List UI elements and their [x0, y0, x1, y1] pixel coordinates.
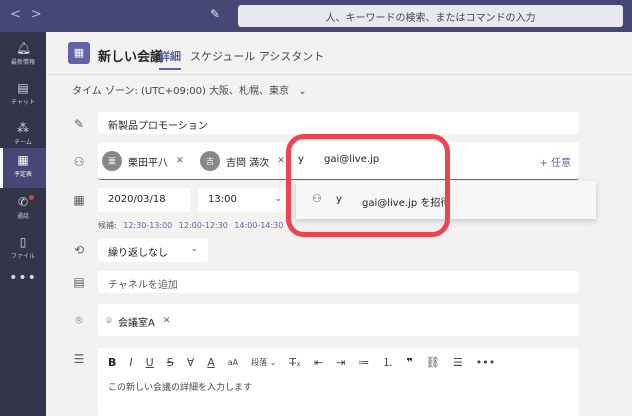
formatting-toolbar: B I U S ∀ A aA 段落 ⌄ T̶ₓ ⇤ ⇥ ≔ ⒈ ❞ ⛓ ☰ ••…: [108, 354, 495, 370]
location-pin-icon: ⌾: [75, 313, 83, 327]
calendar-icon: ▦: [17, 153, 29, 167]
horizontal-rule-icon[interactable]: ☰: [453, 356, 463, 369]
location-field[interactable]: ⌾ 会議室A ✕: [98, 304, 579, 336]
optional-attendee-button[interactable]: + 任意: [539, 154, 571, 169]
highlight-annotation: [286, 134, 450, 237]
file-icon: ▯: [19, 235, 27, 249]
channel-icon: ▤: [73, 275, 85, 289]
avatar: 栗: [102, 151, 122, 171]
attendee-name: 吉岡 満次: [226, 157, 270, 169]
header-divider: [46, 74, 632, 75]
app-rail: 🔔︎ 最新情報 ▤ チャット ⁂ チーム ▦ 予定表 ✆ 通話 ▯ ファイル •…: [0, 32, 46, 416]
link-icon[interactable]: ⛓: [426, 356, 440, 369]
candidate-slot[interactable]: 12:30-13:00: [123, 221, 172, 230]
pencil-icon: ✎: [73, 117, 85, 131]
rail-item-label: ファイル: [10, 253, 35, 260]
candidate-slot[interactable]: 14:00-14:30: [234, 221, 283, 230]
description-icon: ☰: [73, 352, 85, 366]
paragraph-label: 段落: [251, 357, 268, 367]
numbered-list-icon[interactable]: ⒈: [382, 354, 393, 370]
start-date-value: 2020/03/18: [108, 194, 166, 205]
repeat-value: 繰り返しなし: [108, 248, 168, 259]
chevron-down-icon: ⌄: [190, 244, 198, 254]
chat-icon: ▤: [17, 81, 29, 95]
rail-item-label: 予定表: [13, 171, 32, 178]
timezone-selector[interactable]: タイム ゾーン: (UTC+09:00) 大阪、札幌、東京 ⌄: [72, 82, 307, 97]
candidate-slot[interactable]: 12:00-12:30: [179, 221, 228, 230]
teams-icon: ⁂: [17, 121, 29, 135]
notification-dot: [29, 195, 34, 200]
add-person-icon: ⚇: [73, 155, 85, 169]
remove-icon[interactable]: ✕: [176, 156, 184, 166]
underline-icon[interactable]: U: [146, 356, 154, 369]
avatar: 吉: [200, 151, 220, 171]
location-pin-icon: ⌾: [106, 315, 112, 327]
remove-icon[interactable]: ✕: [277, 156, 285, 166]
rail-item-label: 最新情報: [10, 59, 35, 66]
more-options-icon[interactable]: •••: [476, 356, 495, 369]
active-tab-indicator: [159, 68, 181, 70]
font-size-icon[interactable]: aA: [228, 358, 238, 367]
bullet-list-icon[interactable]: ≔: [358, 356, 369, 369]
calendar-icon: ▦: [73, 193, 85, 207]
rail-item-calendar[interactable]: ▦ 予定表: [0, 148, 46, 188]
attendee-chip[interactable]: 栗 栗田平八 ✕: [102, 150, 184, 172]
description-editor[interactable]: B I U S ∀ A aA 段落 ⌄ T̶ₓ ⇤ ⇥ ≔ ⒈ ❞ ⛓ ☰ ••…: [98, 348, 579, 416]
start-time-field[interactable]: 13:00 ⌄: [198, 188, 290, 212]
title-bar: <> ✎ 人、キーワードの検索、またはコマンドの入力: [0, 0, 632, 32]
rail-item-label: チャット: [11, 99, 35, 106]
candidates-label: 候補:: [98, 221, 117, 230]
attendee-name: 栗田平八: [128, 157, 168, 169]
bell-icon: 🔔︎: [16, 41, 32, 55]
clear-format-icon[interactable]: T̶ₓ: [289, 356, 301, 369]
more-apps-icon[interactable]: •••: [0, 270, 46, 286]
title-value: 新製品プロモーション: [108, 121, 208, 132]
timezone-label: タイム ゾーン: (UTC+09:00) 大阪、札幌、東京: [72, 86, 290, 97]
chevron-down-icon: ⌄: [298, 86, 307, 97]
back-forward-arrows-icon[interactable]: <>: [10, 7, 52, 22]
rail-item-label: チーム: [14, 139, 32, 146]
meeting-header: ▦ 新しい会議 詳細 スケジュール アシスタント: [46, 32, 632, 74]
attendee-chip[interactable]: 吉 吉岡 満次 ✕: [200, 150, 285, 172]
start-date-field[interactable]: 2020/03/18: [98, 188, 190, 212]
meeting-form: ▦ 新しい会議 詳細 スケジュール アシスタント タイム ゾーン: (UTC+0…: [46, 32, 632, 416]
paragraph-dropdown[interactable]: 段落 ⌄: [251, 357, 276, 368]
indent-icon[interactable]: ⇥: [336, 356, 345, 369]
rail-item-label: 通話: [16, 213, 29, 220]
tab-details[interactable]: 詳細: [159, 48, 181, 64]
rail-item-activity[interactable]: 🔔︎ 最新情報: [0, 36, 46, 76]
start-time-value: 13:00: [208, 194, 237, 205]
quote-icon[interactable]: ❞: [406, 356, 412, 369]
rail-item-calls[interactable]: ✆ 通話: [0, 190, 46, 230]
highlight-icon[interactable]: ∀: [187, 356, 195, 369]
compose-icon[interactable]: ✎: [210, 7, 224, 21]
rail-item-files[interactable]: ▯ ファイル: [0, 230, 46, 270]
outdent-icon[interactable]: ⇤: [314, 356, 323, 369]
font-color-icon[interactable]: A: [207, 356, 215, 369]
title-field[interactable]: 新製品プロモーション: [98, 112, 579, 134]
chevron-down-icon: ⌄: [274, 194, 282, 204]
repeat-icon: ⟲: [73, 243, 85, 257]
tab-scheduling-assistant[interactable]: スケジュール アシスタント: [190, 48, 324, 64]
location-value: 会議室A: [118, 317, 155, 329]
search-placeholder: 人、キーワードの検索、またはコマンドの入力: [325, 12, 536, 24]
description-placeholder: この新しい会議の詳細を入力します: [108, 383, 253, 393]
remove-icon[interactable]: ✕: [163, 316, 171, 326]
calendar-badge-icon: ▦: [68, 42, 90, 64]
rail-item-chat[interactable]: ▤ チャット: [0, 76, 46, 116]
italic-icon[interactable]: I: [129, 356, 132, 369]
channel-placeholder: チャネルを追加: [108, 280, 178, 291]
channel-field[interactable]: チャネルを追加: [98, 271, 579, 293]
time-candidates: 候補: 12:30-13:00 12:00-12:30 14:00-14:30: [98, 220, 283, 231]
bold-icon[interactable]: B: [108, 356, 116, 369]
search-input[interactable]: 人、キーワードの検索、またはコマンドの入力: [238, 5, 623, 27]
repeat-dropdown[interactable]: 繰り返しなし ⌄: [98, 238, 208, 262]
page-title: 新しい会議: [98, 50, 164, 65]
phone-icon: ✆: [17, 195, 29, 209]
strikethrough-icon[interactable]: S: [167, 356, 174, 369]
location-chip[interactable]: ⌾ 会議室A ✕: [106, 312, 170, 330]
